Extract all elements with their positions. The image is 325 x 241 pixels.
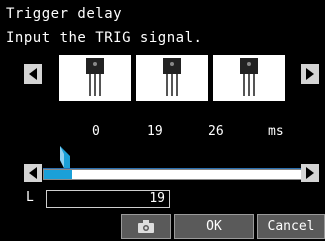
arrow-left-icon: [29, 68, 37, 80]
cancel-button[interactable]: Cancel: [257, 214, 325, 239]
camera-icon: [138, 220, 154, 233]
instruction-text: Input the TRIG signal.: [6, 30, 203, 46]
ok-button[interactable]: OK: [174, 214, 254, 239]
transistor-icon: [240, 58, 258, 96]
arrow-right-icon: [306, 167, 314, 179]
transistor-icon: [86, 58, 104, 96]
frame-thumbnail[interactable]: [213, 55, 285, 101]
delay-slider[interactable]: [43, 169, 303, 180]
slider-left-button[interactable]: [24, 164, 42, 182]
arrow-left-icon: [29, 167, 37, 179]
frame-thumbnail[interactable]: [59, 55, 131, 101]
screen-title: Trigger delay: [6, 6, 123, 22]
delay-value-text: 19: [149, 191, 165, 206]
slider-marker-icon[interactable]: [58, 146, 72, 168]
next-frame-button[interactable]: [301, 64, 319, 84]
frame-time-label: 19: [147, 124, 163, 139]
prev-frame-button[interactable]: [24, 64, 42, 84]
frame-time-label: 0: [92, 124, 100, 139]
slider-right-button[interactable]: [301, 164, 319, 182]
frame-time-label: 26: [208, 124, 224, 139]
value-field-label: L: [26, 190, 34, 205]
transistor-icon: [163, 58, 181, 96]
delay-value-field[interactable]: 19: [46, 190, 170, 208]
arrow-right-icon: [306, 68, 314, 80]
frame-thumbnail[interactable]: [136, 55, 208, 101]
time-unit-label: ms: [268, 124, 284, 139]
camera-button[interactable]: [121, 214, 171, 239]
slider-fill: [44, 170, 72, 179]
